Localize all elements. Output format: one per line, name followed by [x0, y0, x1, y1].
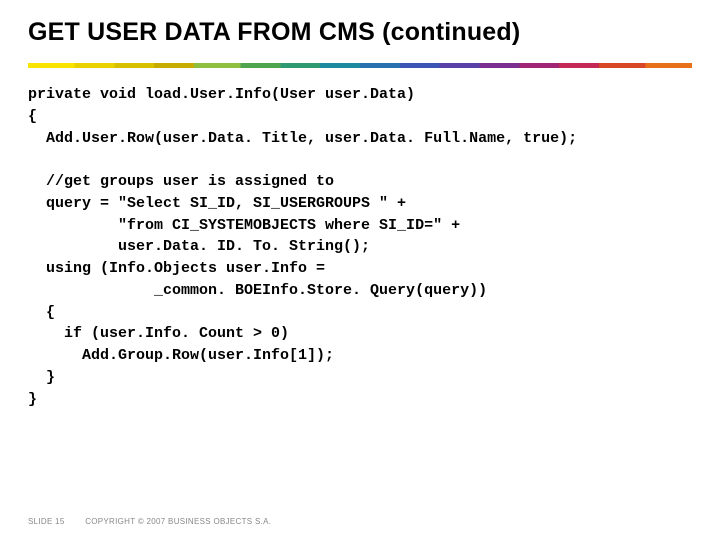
footer-copyright: COPYRIGHT © 2007 BUSINESS OBJECTS S.A. [85, 517, 271, 526]
code-block: private void load.User.Info(User user.Da… [28, 84, 692, 410]
footer: SLIDE 15 COPYRIGHT © 2007 BUSINESS OBJEC… [28, 517, 271, 526]
page-title: GET USER DATA FROM CMS (continued) [28, 18, 692, 47]
content-area: private void load.User.Info(User user.Da… [0, 68, 720, 410]
title-block: GET USER DATA FROM CMS (continued) [0, 0, 720, 57]
footer-slide-number: SLIDE 15 [28, 517, 65, 526]
